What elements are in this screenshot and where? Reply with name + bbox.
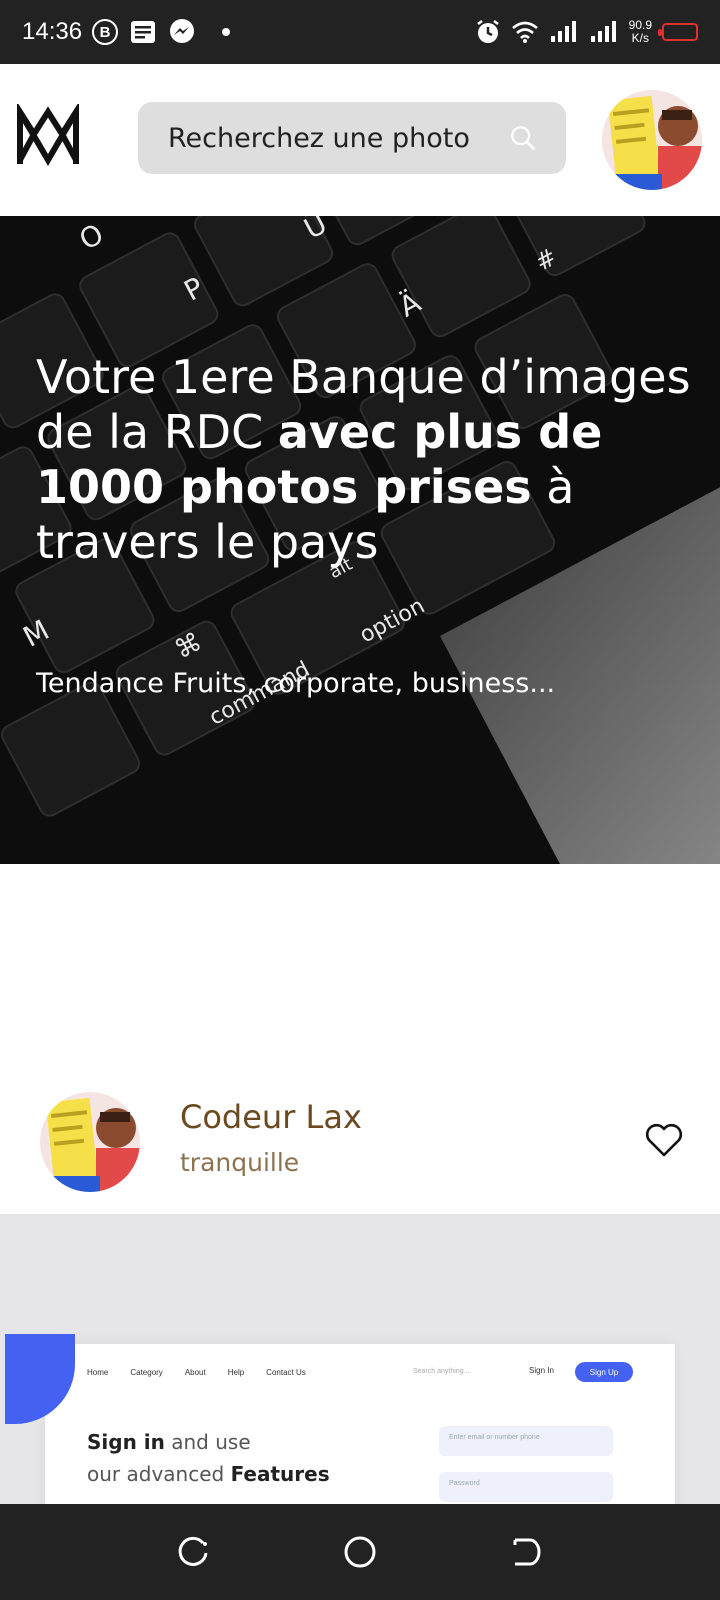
hero-trending[interactable]: Tendance Fruits, corporate, business...	[36, 668, 555, 699]
notes-icon	[131, 21, 156, 43]
mock-email-field: Enter email or number phone	[439, 1426, 613, 1456]
mock-signin: Sign In	[529, 1366, 554, 1375]
mock-nav-home: Home	[87, 1368, 109, 1377]
mock-nav-category: Category	[130, 1368, 163, 1377]
mock-blue-shape	[5, 1334, 75, 1424]
signal-icon-2	[590, 21, 616, 42]
preview-mockup: Home Category About Help Contact Us Sear…	[5, 1334, 675, 1504]
search-icon[interactable]	[510, 121, 536, 155]
b-circle-icon: B	[92, 19, 119, 45]
mock-headline-light-1: and use	[164, 1430, 251, 1454]
back-icon[interactable]	[510, 1535, 544, 1569]
mock-nav-contact: Contact Us	[266, 1368, 306, 1377]
search-input[interactable]	[168, 122, 510, 154]
mock-headline-bold-1: Sign in	[87, 1430, 165, 1454]
mock-search: Search anything...	[413, 1368, 470, 1375]
home-icon[interactable]	[343, 1535, 377, 1569]
author-avatar[interactable]	[40, 1092, 140, 1192]
mock-password-field: Password	[439, 1472, 613, 1502]
hero-headline: Votre 1ere Banque d’images de la RDC ave…	[36, 350, 706, 570]
hero-banner: O P Ü Ä # M option alt command ⌘ Votre 1…	[0, 216, 720, 864]
messenger-icon	[170, 19, 195, 43]
mock-signup: Sign Up	[575, 1362, 633, 1382]
mock-nav-about: About	[184, 1368, 206, 1377]
photo-card-header: Codeur Lax tranquille	[0, 1090, 720, 1214]
photo-preview[interactable]: Home Category About Help Contact Us Sear…	[0, 1214, 720, 1504]
mock-nav: Home Category About Help Contact Us	[87, 1368, 306, 1377]
system-nav-bar	[0, 1504, 720, 1600]
wifi-icon	[511, 21, 538, 43]
dot-icon	[222, 28, 231, 36]
mock-headline: Sign in and use our advanced Features	[87, 1426, 330, 1490]
status-bar: 14:36 B 90.9 K/s	[0, 0, 720, 64]
net-speed-unit: K/s	[631, 31, 649, 45]
author-name[interactable]: Codeur Lax	[180, 1098, 362, 1136]
heart-icon[interactable]	[644, 1120, 684, 1160]
net-speed: 90.9 K/s	[629, 19, 652, 45]
search-bar[interactable]	[138, 102, 566, 174]
mock-nav-help: Help	[227, 1368, 245, 1377]
signal-icon	[550, 21, 576, 42]
author-subtitle: tranquille	[180, 1148, 300, 1177]
battery-icon	[658, 23, 698, 41]
recent-apps-icon[interactable]	[176, 1535, 210, 1569]
profile-avatar[interactable]	[602, 90, 702, 190]
logo-icon[interactable]	[16, 104, 80, 170]
status-time: 14:36	[22, 18, 83, 45]
mock-headline-bold-2: Features	[230, 1462, 330, 1486]
mock-headline-light-2: our advanced	[87, 1462, 231, 1486]
app-header	[0, 64, 720, 216]
alarm-icon	[476, 20, 499, 43]
